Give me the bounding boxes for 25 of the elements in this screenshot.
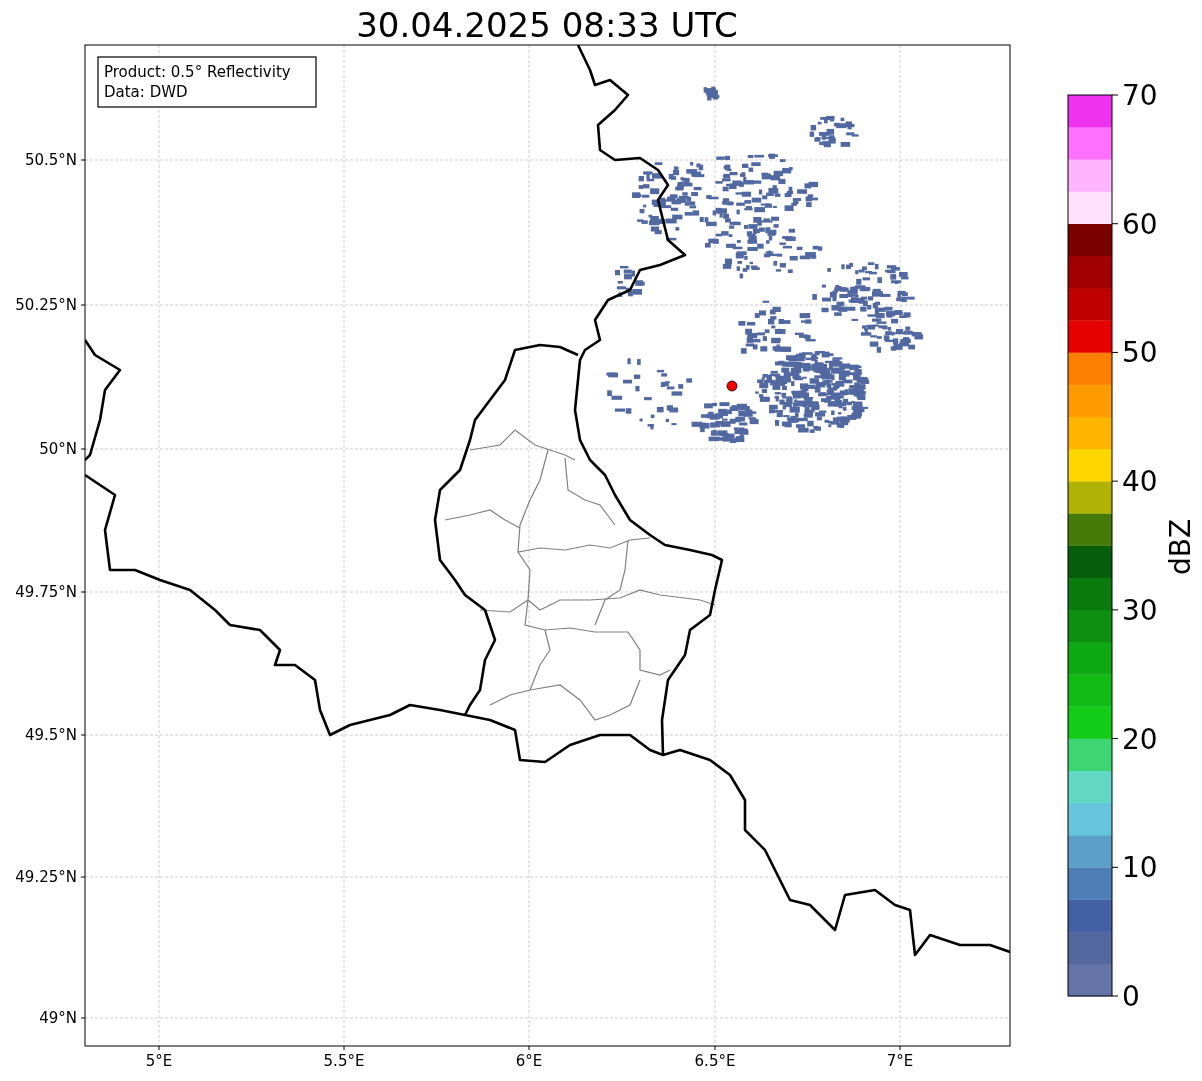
y-tick-label: 50°N	[39, 440, 77, 458]
y-tick-label: 49.25°N	[15, 868, 77, 886]
y-tick-label: 49.75°N	[15, 583, 77, 601]
colorbar-label: dBZ	[1164, 518, 1197, 576]
info-text: Data: DWD	[104, 83, 188, 101]
colorbar-tick-label: 20	[1122, 722, 1158, 756]
x-tick-label: 7°E	[886, 1052, 914, 1070]
y-tick-label: 50.5°N	[24, 151, 77, 169]
radar-site-marker	[726, 380, 738, 392]
x-tick-label: 6°E	[515, 1052, 543, 1070]
colorbar-tick-label: 70	[1122, 79, 1158, 112]
colorbar-tick-label: 0	[1122, 980, 1140, 1013]
colorbar-tick-label: 40	[1122, 465, 1158, 499]
colorbar-tick-label: 60	[1122, 207, 1158, 241]
chart-title: 30.04.2025 08:33 UTC	[356, 5, 738, 45]
x-tick-label: 5.5°E	[323, 1052, 365, 1070]
colorbar-tick-label: 50	[1122, 336, 1158, 370]
x-tick-label: 5°E	[145, 1052, 173, 1070]
colorbar-tick-label: 10	[1122, 851, 1158, 885]
y-tick-label: 49.5°N	[24, 726, 77, 744]
y-tick-label: 49°N	[39, 1009, 77, 1027]
y-tick-label: 50.25°N	[15, 296, 77, 314]
colorbar-tick-label: 30	[1122, 593, 1158, 627]
info-text: Product: 0.5° Reflectivity	[104, 63, 291, 81]
x-tick-label: 6.5°E	[694, 1052, 736, 1070]
